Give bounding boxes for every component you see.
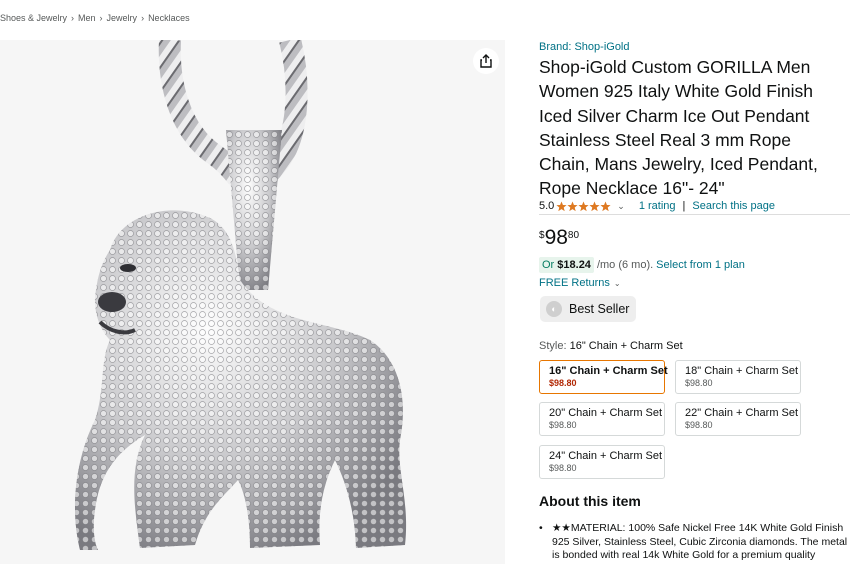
style-value: 16" Chain + Charm Set	[569, 340, 683, 352]
breadcrumb: Shoes & Jewelry › Men › Jewelry › Necklaces	[0, 13, 190, 23]
best-seller-badge: ◐ Best Seller	[540, 296, 636, 322]
share-button[interactable]	[473, 48, 499, 74]
price: $ 98 80	[539, 226, 579, 250]
star-icon	[600, 201, 611, 211]
option-price: $98.80	[549, 463, 577, 473]
style-selection: Style: 16" Chain + Charm Set	[539, 340, 683, 352]
star-icon	[567, 201, 578, 211]
breadcrumb-separator: ›	[141, 13, 145, 23]
free-returns-label: FREE Returns	[539, 277, 610, 289]
gorilla-pendant-image	[75, 40, 407, 550]
rating-row: 5.0 ⌄ 1 rating | Search this page	[539, 200, 775, 212]
product-title: Shop-iGold Custom GORILLA Men Women 925 …	[539, 57, 818, 199]
installment-amount-box: Or $18.24	[539, 257, 594, 273]
breadcrumb-separator: ›	[99, 13, 103, 23]
option-label: 16" Chain + Charm Set	[549, 365, 668, 377]
installment-term: /mo (6 mo).	[596, 259, 654, 271]
style-option-22[interactable]: 22" Chain + Charm Set $98.80	[675, 402, 801, 436]
share-icon	[480, 54, 492, 68]
price-whole: 98	[544, 226, 568, 249]
installment-or: Or	[542, 259, 558, 271]
style-option-20[interactable]: 20" Chain + Charm Set $98.80	[539, 402, 665, 436]
breadcrumb-item-men[interactable]: Men	[78, 13, 96, 23]
product-image[interactable]	[0, 40, 505, 564]
star-icon	[589, 201, 600, 211]
breadcrumb-item-shoes-jewelry[interactable]: Shoes & Jewelry	[0, 13, 67, 23]
chevron-down-icon: ⌄	[613, 279, 621, 288]
option-label: 24" Chain + Charm Set	[549, 450, 663, 462]
rating-value: 5.0	[539, 200, 555, 212]
bullet-dot: •	[539, 522, 543, 534]
option-price: $98.80	[685, 420, 713, 430]
price-fraction: 80	[567, 230, 580, 241]
option-label: 22" Chain + Charm Set	[685, 407, 799, 419]
brand-link[interactable]: Brand: Shop-iGold	[539, 41, 630, 53]
option-price: $98.80	[549, 378, 577, 388]
breadcrumb-item-jewelry[interactable]: Jewelry	[107, 13, 138, 23]
style-label: Style:	[539, 340, 570, 352]
chevron-down-icon[interactable]: ⌄	[617, 201, 625, 212]
installment-row: Or $18.24 /mo (6 mo). Select from 1 plan	[539, 257, 745, 273]
divider	[539, 214, 850, 215]
style-option-16[interactable]: 16" Chain + Charm Set $98.80	[539, 360, 668, 394]
about-bullet-text: ★★MATERIAL: 100% Safe Nickel Free 14K Wh…	[552, 522, 848, 561]
option-price: $98.80	[549, 420, 577, 430]
separator: |	[682, 200, 686, 212]
option-label: 20" Chain + Charm Set	[549, 407, 663, 419]
option-label: 18" Chain + Charm Set	[685, 365, 799, 377]
best-seller-label: Best Seller	[569, 302, 630, 316]
about-heading: About this item	[539, 493, 641, 509]
installment-amount: $18.24	[557, 259, 591, 271]
option-price: $98.80	[685, 378, 713, 388]
badge-icon: ◐	[546, 301, 562, 317]
style-option-24[interactable]: 24" Chain + Charm Set $98.80	[539, 445, 665, 479]
select-plan-link[interactable]: Select from 1 plan	[656, 259, 745, 271]
free-returns-link[interactable]: FREE Returns ⌄	[539, 277, 621, 289]
search-page-link[interactable]: Search this page	[692, 200, 775, 212]
style-option-18[interactable]: 18" Chain + Charm Set $98.80	[675, 360, 801, 394]
star-icon	[578, 201, 589, 211]
about-bullet: • ★★MATERIAL: 100% Safe Nickel Free 14K …	[539, 522, 850, 563]
rating-count-link[interactable]: 1 rating	[639, 200, 676, 212]
breadcrumb-separator: ›	[71, 13, 75, 23]
star-icon	[556, 201, 567, 211]
breadcrumb-item-necklaces[interactable]: Necklaces	[148, 13, 190, 23]
rating-stars[interactable]	[556, 201, 611, 212]
